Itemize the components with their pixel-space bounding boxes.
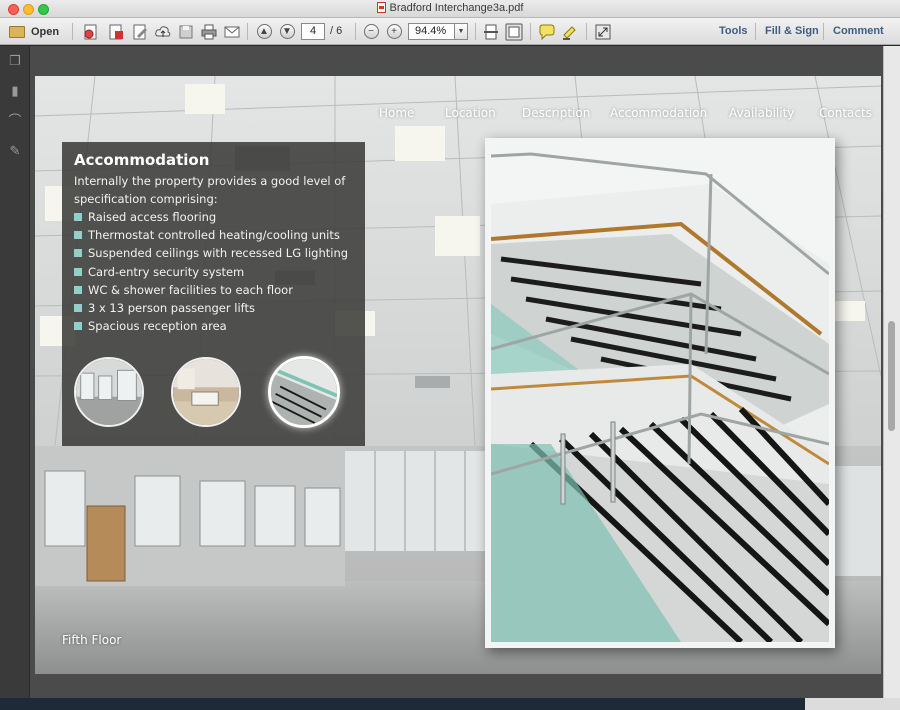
previous-page-button[interactable]: ▲ — [255, 22, 273, 41]
desktop-strip — [0, 698, 900, 710]
toolbar: Open ▲ ▼ 4 / 6 − + 94.4% ▼ Tools Fill & … — [0, 18, 900, 45]
toolbar-divider — [72, 23, 73, 40]
background-window-fragment — [805, 698, 900, 710]
nav-link-contacts[interactable]: Contacts — [819, 106, 872, 120]
edit-pdf-icon — [133, 24, 147, 39]
list-item: 3 x 13 person passenger lifts — [74, 299, 348, 317]
square-bullet-icon — [74, 304, 82, 313]
print-button[interactable] — [200, 22, 218, 41]
window-title: Bradford Interchange3a.pdf — [0, 2, 900, 14]
plus-icon: + — [386, 24, 402, 39]
toolbar-divider — [475, 23, 476, 40]
create-pdf-icon — [84, 24, 97, 39]
attachments-icon[interactable]: ⌒ — [8, 114, 22, 128]
list-item: Spacious reception area — [74, 317, 348, 335]
toolbar-divider — [247, 23, 248, 40]
signatures-icon[interactable]: ✎ — [8, 144, 22, 158]
folder-icon — [8, 25, 25, 38]
accommodation-panel: Accommodation Internally the property pr… — [62, 142, 365, 446]
nav-link-description[interactable]: Description — [522, 106, 590, 120]
feature-list: Raised access flooring Thermostat contro… — [74, 208, 348, 335]
export-pdf-button[interactable] — [107, 22, 125, 41]
fit-page-button[interactable] — [482, 22, 500, 41]
create-pdf-button[interactable] — [82, 22, 100, 41]
vertical-scrollbar[interactable] — [883, 46, 900, 710]
tools-button[interactable]: Tools — [719, 25, 748, 37]
comment-button[interactable]: Comment — [833, 25, 884, 37]
nav-link-accommodation[interactable]: Accommodation — [610, 106, 707, 120]
upload-button[interactable] — [154, 22, 172, 41]
square-bullet-icon — [74, 285, 82, 294]
arrow-up-icon: ▲ — [256, 24, 272, 39]
envelope-icon — [224, 26, 240, 37]
gallery-thumbnail-office[interactable] — [74, 357, 144, 427]
page-count: / 6 — [330, 25, 343, 37]
floppy-disk-icon — [179, 25, 193, 38]
gallery-thumbnail-reception[interactable] — [171, 357, 241, 427]
expand-icon — [595, 24, 611, 39]
toolbar-divider — [530, 23, 531, 40]
speech-bubble-icon — [539, 24, 555, 40]
staircase-photo-frame — [485, 138, 835, 648]
title-bar: Bradford Interchange3a.pdf — [0, 0, 900, 18]
fill-sign-button[interactable]: Fill & Sign — [765, 25, 819, 37]
pdf-file-icon — [376, 2, 386, 13]
printer-icon — [201, 24, 217, 39]
page-thumbnails-icon[interactable]: ❐ — [8, 54, 22, 68]
staircase-thumbnail-image — [271, 359, 337, 425]
gallery-thumbnail-stairs[interactable] — [268, 356, 340, 428]
fit-width-icon — [505, 23, 523, 40]
cloud-upload-icon — [155, 25, 171, 37]
highlight-button[interactable] — [561, 22, 579, 41]
nav-link-availability[interactable]: Availability — [729, 106, 794, 120]
section-intro: Internally the property provides a good … — [74, 174, 346, 206]
floor-caption: Fifth Floor — [62, 633, 122, 647]
next-page-button[interactable]: ▼ — [278, 22, 296, 41]
toolbar-divider — [755, 23, 756, 40]
pdf-page: Home Location Description Accommodation … — [35, 76, 881, 674]
open-button[interactable]: Open — [6, 22, 62, 41]
toolbar-divider — [355, 23, 356, 40]
list-item: Raised access flooring — [74, 208, 348, 226]
page-number-input[interactable]: 4 — [301, 23, 325, 40]
export-pdf-icon — [109, 24, 123, 39]
square-bullet-icon — [74, 322, 82, 331]
add-comment-button[interactable] — [538, 22, 556, 41]
list-item: Suspended ceilings with recessed LG ligh… — [74, 244, 348, 262]
list-item: Thermostat controlled heating/cooling un… — [74, 226, 348, 244]
zoom-in-button[interactable]: + — [385, 22, 403, 41]
square-bullet-icon — [74, 213, 82, 221]
bookmarks-icon[interactable]: ▮ — [8, 84, 22, 98]
staircase-photo — [491, 144, 829, 642]
fit-page-icon — [484, 24, 498, 39]
scrollbar-thumb[interactable] — [888, 321, 895, 431]
list-item: WC & shower facilities to each floor — [74, 281, 348, 299]
square-bullet-icon — [74, 267, 82, 276]
arrow-down-icon: ▼ — [279, 24, 295, 39]
highlighter-icon — [563, 25, 576, 40]
reception-thumbnail-image — [173, 359, 239, 425]
toolbar-divider — [823, 23, 824, 40]
chevron-down-icon: ▼ — [454, 24, 467, 39]
zoom-level-select[interactable]: 94.4% ▼ — [408, 23, 468, 40]
navigation-pane: ❐ ▮ ⌒ ✎ — [0, 46, 30, 710]
nav-link-home[interactable]: Home — [379, 106, 414, 120]
save-button[interactable] — [177, 22, 195, 41]
email-button[interactable] — [223, 22, 241, 41]
edit-pdf-button[interactable] — [131, 22, 149, 41]
square-bullet-icon — [74, 231, 82, 240]
section-title: Accommodation — [74, 151, 210, 169]
minus-icon: − — [363, 24, 379, 39]
square-bullet-icon — [74, 249, 82, 258]
staircase-image — [491, 144, 829, 642]
office-interior-thumbnail-image — [76, 359, 142, 425]
fit-width-button[interactable] — [505, 22, 523, 41]
list-item: Card-entry security system — [74, 263, 348, 281]
toolbar-divider — [586, 23, 587, 40]
zoom-out-button[interactable]: − — [362, 22, 380, 41]
nav-link-location[interactable]: Location — [445, 106, 496, 120]
expand-button[interactable] — [594, 22, 612, 41]
